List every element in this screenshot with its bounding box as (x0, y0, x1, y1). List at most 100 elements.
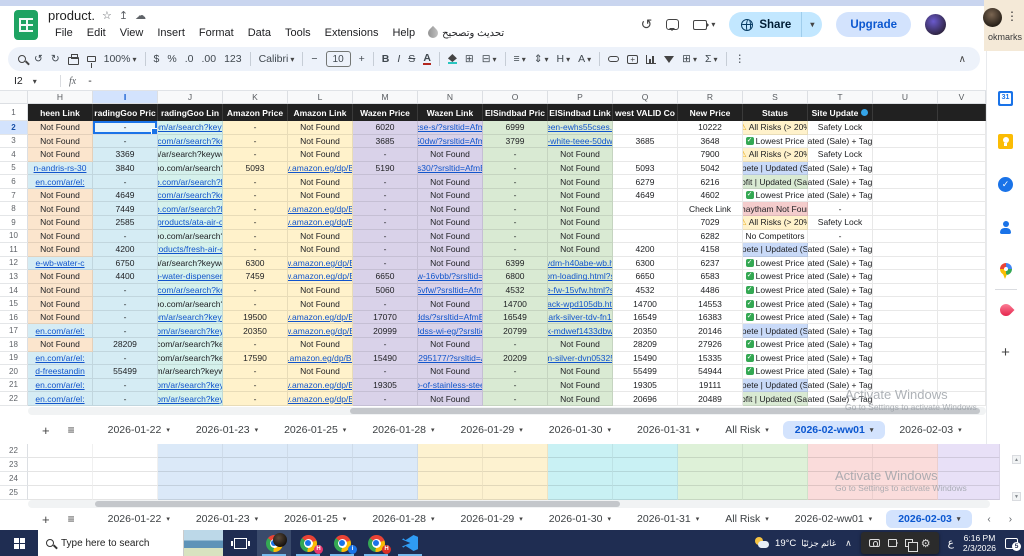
sheet-tab-2026-02-ww01[interactable]: 2026-02-ww01▾ (783, 421, 886, 439)
cell[interactable]: vdm-h40abe-wb.h (548, 257, 613, 271)
cell[interactable]: Not Found (28, 243, 93, 257)
cell[interactable]: n/ar/search?keywc (158, 257, 223, 271)
cell[interactable]: Not Found (418, 189, 483, 203)
column-header-O[interactable]: O (483, 91, 548, 104)
cell[interactable]: k-mdwef1433dbw (548, 324, 613, 338)
cell[interactable]: 17590 (223, 352, 288, 366)
cell[interactable]: - (93, 230, 158, 244)
cell[interactable]: oo.com/ar/search? (158, 162, 223, 176)
cell[interactable]: Not Found (288, 365, 353, 379)
cell[interactable] (93, 472, 158, 486)
cell[interactable]: 20696 (613, 392, 678, 406)
cell[interactable]: 6650 (613, 270, 678, 284)
increase-decimals-button[interactable]: .00 (201, 53, 216, 65)
cell[interactable]: - (353, 175, 418, 189)
cell-empty[interactable] (938, 311, 986, 325)
cell[interactable]: n/ar/search?keywo (158, 148, 223, 162)
cell[interactable]: dated (Sale) + Tagg (808, 175, 873, 189)
cell[interactable]: o.com/ar/search?k (158, 175, 223, 189)
menu-item-help[interactable]: Help (385, 25, 422, 41)
header-cell[interactable]: radingGoo Lin (158, 104, 223, 121)
cell[interactable]: 6237 (678, 257, 743, 271)
cell[interactable]: - (483, 230, 548, 244)
cell[interactable]: ✓Lowest Price (743, 352, 808, 366)
cell[interactable] (938, 486, 1000, 500)
cell[interactable]: 6020 (353, 121, 418, 135)
cell[interactable]: - (223, 121, 288, 135)
row-header[interactable]: 17 (0, 324, 28, 338)
cell-empty[interactable] (938, 324, 986, 338)
text-rotation-button[interactable]: A▾ (578, 53, 591, 65)
cell[interactable]: v.amazon.eg/dp/B (288, 379, 353, 393)
cell[interactable]: 6800 (483, 270, 548, 284)
column-header-U[interactable]: U (873, 91, 938, 104)
cell-empty[interactable] (938, 243, 986, 257)
cell[interactable]: Not Found (418, 257, 483, 271)
row-header[interactable]: 20 (0, 365, 28, 379)
move-folder-icon[interactable]: ↥ (119, 9, 128, 22)
cell[interactable]: -white-teee-50dw (548, 135, 613, 149)
font-size-input[interactable]: 10 (326, 51, 351, 67)
cell[interactable]: pete | Updated (S (743, 324, 808, 338)
horizontal-scrollbar[interactable] (28, 407, 986, 415)
cell[interactable]: Safety Lock (808, 148, 873, 162)
cell[interactable]: 28209 (613, 338, 678, 352)
cell[interactable]: 20209 (483, 352, 548, 366)
cell[interactable]: 28209 (93, 338, 158, 352)
cell[interactable]: lack-wpd105db.htr (548, 297, 613, 311)
cell[interactable]: oo.com/ar/search? (158, 297, 223, 311)
cell[interactable]: w.amazon.eg/dp/B (288, 324, 353, 338)
cell[interactable]: 20799 (483, 324, 548, 338)
cell-empty[interactable] (873, 162, 938, 176)
cell-empty[interactable] (873, 121, 938, 135)
horizontal-align-button[interactable]: ≡▾ (514, 53, 526, 65)
cell[interactable]: ofit | Updated (Sal (743, 175, 808, 189)
clock[interactable]: 6:16 PM 2/3/2026 (963, 533, 996, 553)
cell[interactable]: dds/?srsltid=AfmB (418, 311, 483, 325)
cell[interactable]: 5vfw/?srsltid=Afm (418, 284, 483, 298)
cell[interactable]: .com/ar/search?ke (158, 284, 223, 298)
paint-format-icon[interactable] (87, 56, 96, 62)
cell[interactable]: m/ar/search?keyw (158, 365, 223, 379)
cell-empty[interactable] (873, 365, 938, 379)
cell-empty[interactable] (873, 257, 938, 271)
cell[interactable]: h-water-dispenser- (158, 270, 223, 284)
cell[interactable]: 3799 (483, 135, 548, 149)
menu-item-custom-arabic[interactable]: تحديث وتصحيح (422, 26, 510, 41)
video-record-icon[interactable] (888, 539, 897, 547)
cell[interactable] (223, 458, 288, 472)
cell[interactable]: 6399 (483, 257, 548, 271)
percent-format-button[interactable]: % (167, 53, 176, 65)
cell-empty[interactable] (938, 392, 986, 406)
cell[interactable]: Not Found (548, 162, 613, 176)
contacts-icon[interactable] (998, 220, 1013, 235)
cell[interactable]: - (223, 243, 288, 257)
sheet-tab-2026-01-28[interactable]: 2026-01-28▾ (360, 421, 446, 439)
sheet-tab-2026-01-23[interactable]: 2026-01-23▾ (184, 510, 270, 528)
keep-icon[interactable] (998, 134, 1013, 149)
cell-empty[interactable] (938, 365, 986, 379)
cell[interactable]: Not Found (418, 297, 483, 311)
cell[interactable]: Not Found (548, 175, 613, 189)
cell[interactable]: m-silver-dvn05325 (548, 352, 613, 366)
cell[interactable] (743, 458, 808, 472)
cell[interactable] (808, 444, 873, 458)
cell-empty[interactable] (873, 311, 938, 325)
cell[interactable] (483, 486, 548, 500)
cell[interactable]: Not Found (418, 230, 483, 244)
row-header[interactable]: 5 (0, 162, 28, 176)
cell[interactable] (613, 121, 678, 135)
cell[interactable]: ✓Lowest Price (743, 135, 808, 149)
strikethrough-button[interactable]: S (408, 53, 415, 65)
cell-empty[interactable] (873, 135, 938, 149)
cell[interactable]: Not Found (548, 202, 613, 216)
cell[interactable]: dated (Sale) + Tagg (808, 284, 873, 298)
cell[interactable] (158, 444, 223, 458)
cell[interactable]: 20489 (678, 392, 743, 406)
cell[interactable]: - (93, 379, 158, 393)
cell[interactable]: v.amazon.eg/dp/B (288, 202, 353, 216)
font-select[interactable]: Calibri▾ (259, 53, 295, 65)
column-header-K[interactable]: K (223, 91, 288, 104)
zoom-select[interactable]: 100%▾ (104, 53, 137, 65)
cell[interactable]: com/ar/search?ke (158, 338, 223, 352)
